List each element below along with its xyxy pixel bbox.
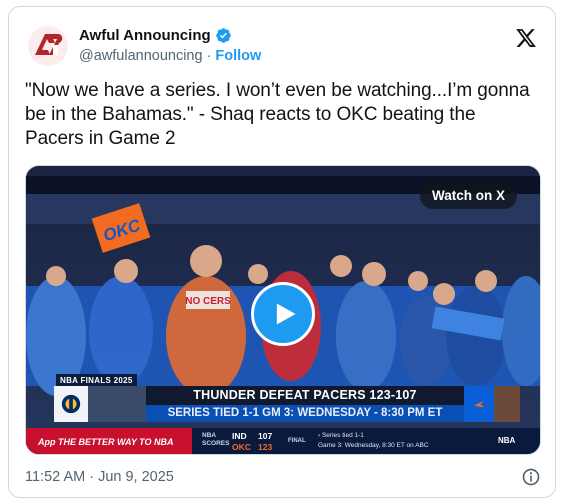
broadcast-ticker: App THE BETTER WAY TO NBA NBA SCORES IND… [26, 428, 540, 454]
account-names: Awful Announcing @awfulannouncing · Foll… [79, 25, 261, 65]
ticker-score-1: 107 [258, 431, 273, 441]
player-photo-right [494, 386, 520, 422]
fan-shirt-text: NO CERS [185, 296, 231, 307]
follow-button[interactable]: Follow [215, 48, 261, 64]
video-player[interactable]: OKC NO CERS Watch on X NBA FINALS 2025 T… [25, 165, 541, 455]
ticker-note-1: › Series tied 1-1 [318, 432, 364, 439]
separator-dot: · [206, 48, 212, 64]
ticker-team-1: IND [232, 431, 247, 441]
play-button[interactable] [251, 282, 315, 346]
play-icon [276, 303, 296, 325]
verified-badge-icon [215, 27, 232, 44]
pacers-logo-icon [54, 386, 88, 422]
display-name[interactable]: Awful Announcing [79, 27, 211, 44]
ticker-label: NBA SCORES [202, 432, 230, 447]
broadcast-headline: THUNDER DEFEAT PACERS 123-107 [193, 388, 417, 402]
thunder-logo-icon [464, 386, 494, 422]
ticker-status: FINAL [288, 438, 306, 444]
player-photo-left [88, 386, 146, 422]
ticker-score-2: 123 [258, 442, 273, 452]
tweet-card[interactable]: Awful Announcing @awfulannouncing · Foll… [8, 6, 556, 498]
awful-announcing-logo-icon [28, 26, 68, 66]
tweet-header: Awful Announcing @awfulannouncing · Foll… [25, 21, 539, 69]
app-banner: App THE BETTER WAY TO NBA [26, 428, 192, 454]
ticker-team-2: OKC [232, 442, 251, 452]
broadcast-subline: SERIES TIED 1-1 GM 3: WEDNESDAY - 8:30 P… [146, 405, 464, 422]
tweet-text: "Now we have a series. I won’t even be w… [25, 80, 530, 149]
tweet-timestamp[interactable]: 11:52 AM · Jun 9, 2025 [25, 469, 174, 485]
info-icon[interactable] [521, 467, 541, 487]
handle[interactable]: @awfulannouncing [79, 48, 203, 64]
watch-on-x-button[interactable]: Watch on X [420, 183, 517, 209]
broadcast-lower-third: THUNDER DEFEAT PACERS 123-107 SERIES TIE… [54, 386, 520, 422]
nba-network-label: NBA [498, 436, 516, 445]
ticker-note-2: Game 3: Wednesday, 8:30 ET on ABC [318, 442, 429, 449]
avatar[interactable] [27, 25, 69, 67]
x-logo-icon[interactable] [515, 27, 537, 49]
